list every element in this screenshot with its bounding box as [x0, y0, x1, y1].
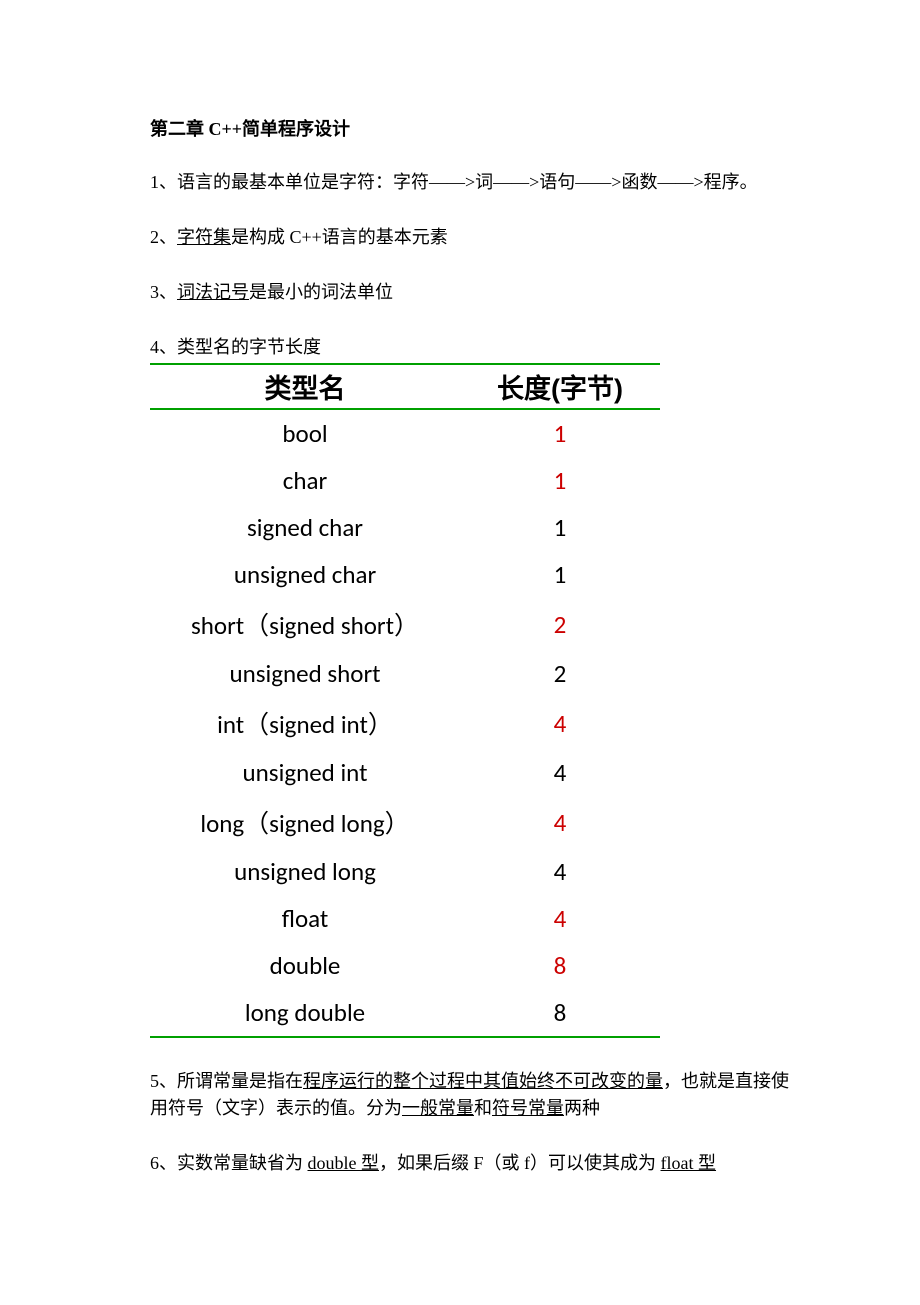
item-5-underline-2: 一般常量	[402, 1098, 474, 1118]
table-row: unsigned char1	[150, 551, 660, 598]
table-row: unsigned short2	[150, 650, 660, 697]
cell-length: 1	[460, 409, 660, 457]
table-row: short（signed short）2	[150, 598, 660, 650]
cell-length: 1	[460, 504, 660, 551]
item-1: 1、语言的最基本单位是字符：字符——>词——>语句——>函数——>程序。	[150, 169, 790, 196]
item-5-underline-1: 程序运行的整个过程中其值始终不可改变的量	[303, 1071, 663, 1091]
item-5-underline-3: 符号常量	[492, 1098, 564, 1118]
header-length: 长度(字节)	[460, 364, 660, 409]
table-row: unsigned long4	[150, 848, 660, 895]
cell-type-name: unsigned char	[150, 551, 460, 598]
table-row: char1	[150, 457, 660, 504]
table-row: int（signed int）4	[150, 697, 660, 749]
table-body: bool1char1signed char1unsigned char1shor…	[150, 409, 660, 1037]
item-6-part-b: ，如果后缀 F（或 f）可以使其成为	[379, 1153, 661, 1173]
table-header-row: 类型名 长度(字节)	[150, 364, 660, 409]
cell-length: 8	[460, 989, 660, 1037]
type-length-table: 类型名 长度(字节) bool1char1signed char1unsigne…	[150, 363, 660, 1038]
cell-length: 2	[460, 598, 660, 650]
item-3-suffix: 是最小的词法单位	[249, 282, 393, 302]
cell-length: 4	[460, 749, 660, 796]
item-5-part-a: 5、所谓常量是指在	[150, 1071, 303, 1091]
item-4: 4、类型名的字节长度	[150, 334, 790, 361]
table-row: unsigned int4	[150, 749, 660, 796]
item-3: 3、词法记号是最小的词法单位	[150, 279, 790, 306]
item-5-part-d: 两种	[564, 1098, 600, 1118]
cell-type-name: signed char	[150, 504, 460, 551]
item-2-suffix: 是构成 C++语言的基本元素	[231, 227, 448, 247]
cell-length: 2	[460, 650, 660, 697]
cell-type-name: int（signed int）	[150, 697, 460, 749]
cell-type-name: long（signed long）	[150, 796, 460, 848]
cell-type-name: char	[150, 457, 460, 504]
cell-type-name: unsigned long	[150, 848, 460, 895]
item-6-part-a: 6、实数常量缺省为	[150, 1153, 308, 1173]
cell-type-name: short（signed short）	[150, 598, 460, 650]
table-row: float4	[150, 895, 660, 942]
cell-type-name: unsigned short	[150, 650, 460, 697]
table-row: long double8	[150, 989, 660, 1037]
item-6-underline-1: double 型	[308, 1153, 380, 1173]
cell-length: 4	[460, 697, 660, 749]
item-3-underline: 词法记号	[177, 282, 249, 302]
table-row: bool1	[150, 409, 660, 457]
cell-length: 1	[460, 551, 660, 598]
cell-type-name: unsigned int	[150, 749, 460, 796]
item-6-underline-2: float 型	[661, 1153, 717, 1173]
cell-length: 4	[460, 848, 660, 895]
cell-length: 4	[460, 895, 660, 942]
item-5-part-c: 和	[474, 1098, 492, 1118]
item-6: 6、实数常量缺省为 double 型，如果后缀 F（或 f）可以使其成为 flo…	[150, 1150, 790, 1177]
chapter-title: 第二章 C++简单程序设计	[150, 115, 790, 141]
cell-type-name: float	[150, 895, 460, 942]
cell-length: 8	[460, 942, 660, 989]
cell-type-name: double	[150, 942, 460, 989]
table-row: double8	[150, 942, 660, 989]
cell-length: 1	[460, 457, 660, 504]
header-type-name: 类型名	[150, 364, 460, 409]
table-row: signed char1	[150, 504, 660, 551]
cell-type-name: long double	[150, 989, 460, 1037]
item-2-prefix: 2、	[150, 227, 177, 247]
item-5: 5、所谓常量是指在程序运行的整个过程中其值始终不可改变的量，也就是直接使用符号（…	[150, 1068, 790, 1122]
item-3-prefix: 3、	[150, 282, 177, 302]
cell-type-name: bool	[150, 409, 460, 457]
item-2: 2、字符集是构成 C++语言的基本元素	[150, 224, 790, 251]
item-2-underline: 字符集	[177, 227, 231, 247]
table-row: long（signed long）4	[150, 796, 660, 848]
cell-length: 4	[460, 796, 660, 848]
